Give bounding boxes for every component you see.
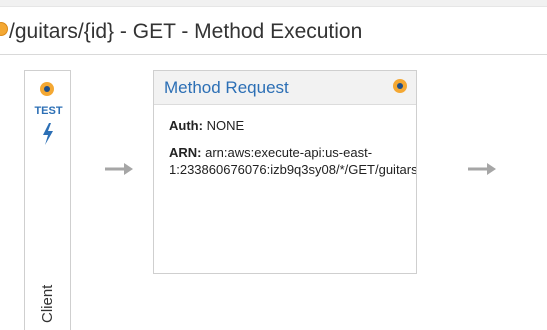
arrow-right-icon [105, 163, 133, 175]
client-panel: TEST Client [24, 70, 71, 330]
auth-label: Auth: [169, 118, 203, 133]
arn-row: ARN: arn:aws:execute-api:us-east- 1:2338… [169, 144, 417, 178]
auth-row: Auth: NONE [169, 117, 416, 134]
method-request-header[interactable]: Method Request [154, 71, 416, 105]
arrow-right-icon [468, 163, 496, 175]
client-label: Client [39, 284, 56, 323]
top-strip [0, 0, 547, 7]
arn-line-2: 1:233860676076:izb9q3sy08/*/GET/guitars/… [169, 162, 417, 177]
page-header: /guitars/{id} - GET - Method Execution [0, 14, 547, 55]
method-request-body: Auth: NONE ARN: arn:aws:execute-api:us-e… [169, 117, 417, 188]
status-dot-icon [0, 22, 8, 36]
status-dot-icon [40, 82, 54, 96]
auth-value: NONE [206, 118, 245, 133]
page-title: /guitars/{id} - GET - Method Execution [9, 20, 363, 43]
arn-label: ARN: [169, 145, 202, 160]
method-request-card[interactable]: Method Request Auth: NONE ARN: arn:aws:e… [153, 70, 417, 274]
test-link[interactable]: TEST [25, 105, 72, 117]
status-dot-icon [393, 79, 407, 93]
lightning-bolt-icon[interactable] [41, 123, 55, 145]
arn-line-1: arn:aws:execute-api:us-east- [205, 145, 373, 160]
method-request-title[interactable]: Method Request [164, 78, 289, 98]
